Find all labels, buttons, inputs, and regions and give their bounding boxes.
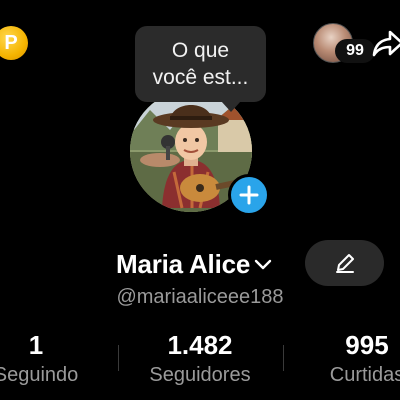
- share-arrow-icon[interactable]: [372, 28, 400, 58]
- friends-count-badge: 99: [335, 39, 375, 63]
- plus-icon: [239, 185, 259, 205]
- notes-bubble[interactable]: O que você est...: [135, 26, 266, 112]
- profile-screen: P O que você est... 99 Maria Alice @mari…: [0, 0, 400, 400]
- pencil-icon: [335, 254, 354, 273]
- stat-value: 995: [345, 330, 389, 360]
- stat-label: Curtidas: [329, 364, 400, 386]
- coin-glyph: P: [4, 31, 18, 54]
- profile-name: Maria Alice: [116, 248, 251, 279]
- stats-divider: [283, 345, 284, 371]
- stat-value: 1.482: [167, 330, 233, 360]
- stat-followers[interactable]: 1.482 Seguidores: [120, 330, 280, 390]
- notes-line-1: O que: [171, 39, 230, 62]
- stat-likes[interactable]: 995 Curtidas: [287, 330, 400, 390]
- stats-divider: [118, 345, 119, 371]
- stat-label: Seguidores: [149, 364, 251, 386]
- name-row[interactable]: Maria Alice: [116, 246, 274, 282]
- friends-button[interactable]: 99: [313, 23, 375, 63]
- profile-handle: @mariaaliceee188: [116, 286, 284, 308]
- coin-icon[interactable]: P: [0, 26, 28, 60]
- stat-following[interactable]: 1 Seguindo: [0, 330, 116, 390]
- avatar-container: [130, 90, 270, 216]
- notes-line-2: você est...: [152, 66, 249, 89]
- add-story-button[interactable]: [228, 174, 270, 216]
- chevron-down-icon: [254, 259, 272, 270]
- edit-profile-button[interactable]: [305, 240, 384, 286]
- stats-row: 1 Seguindo 1.482 Seguidores 995 Curtidas: [0, 330, 400, 390]
- stat-label: Seguindo: [0, 364, 79, 386]
- stat-value: 1: [28, 330, 44, 360]
